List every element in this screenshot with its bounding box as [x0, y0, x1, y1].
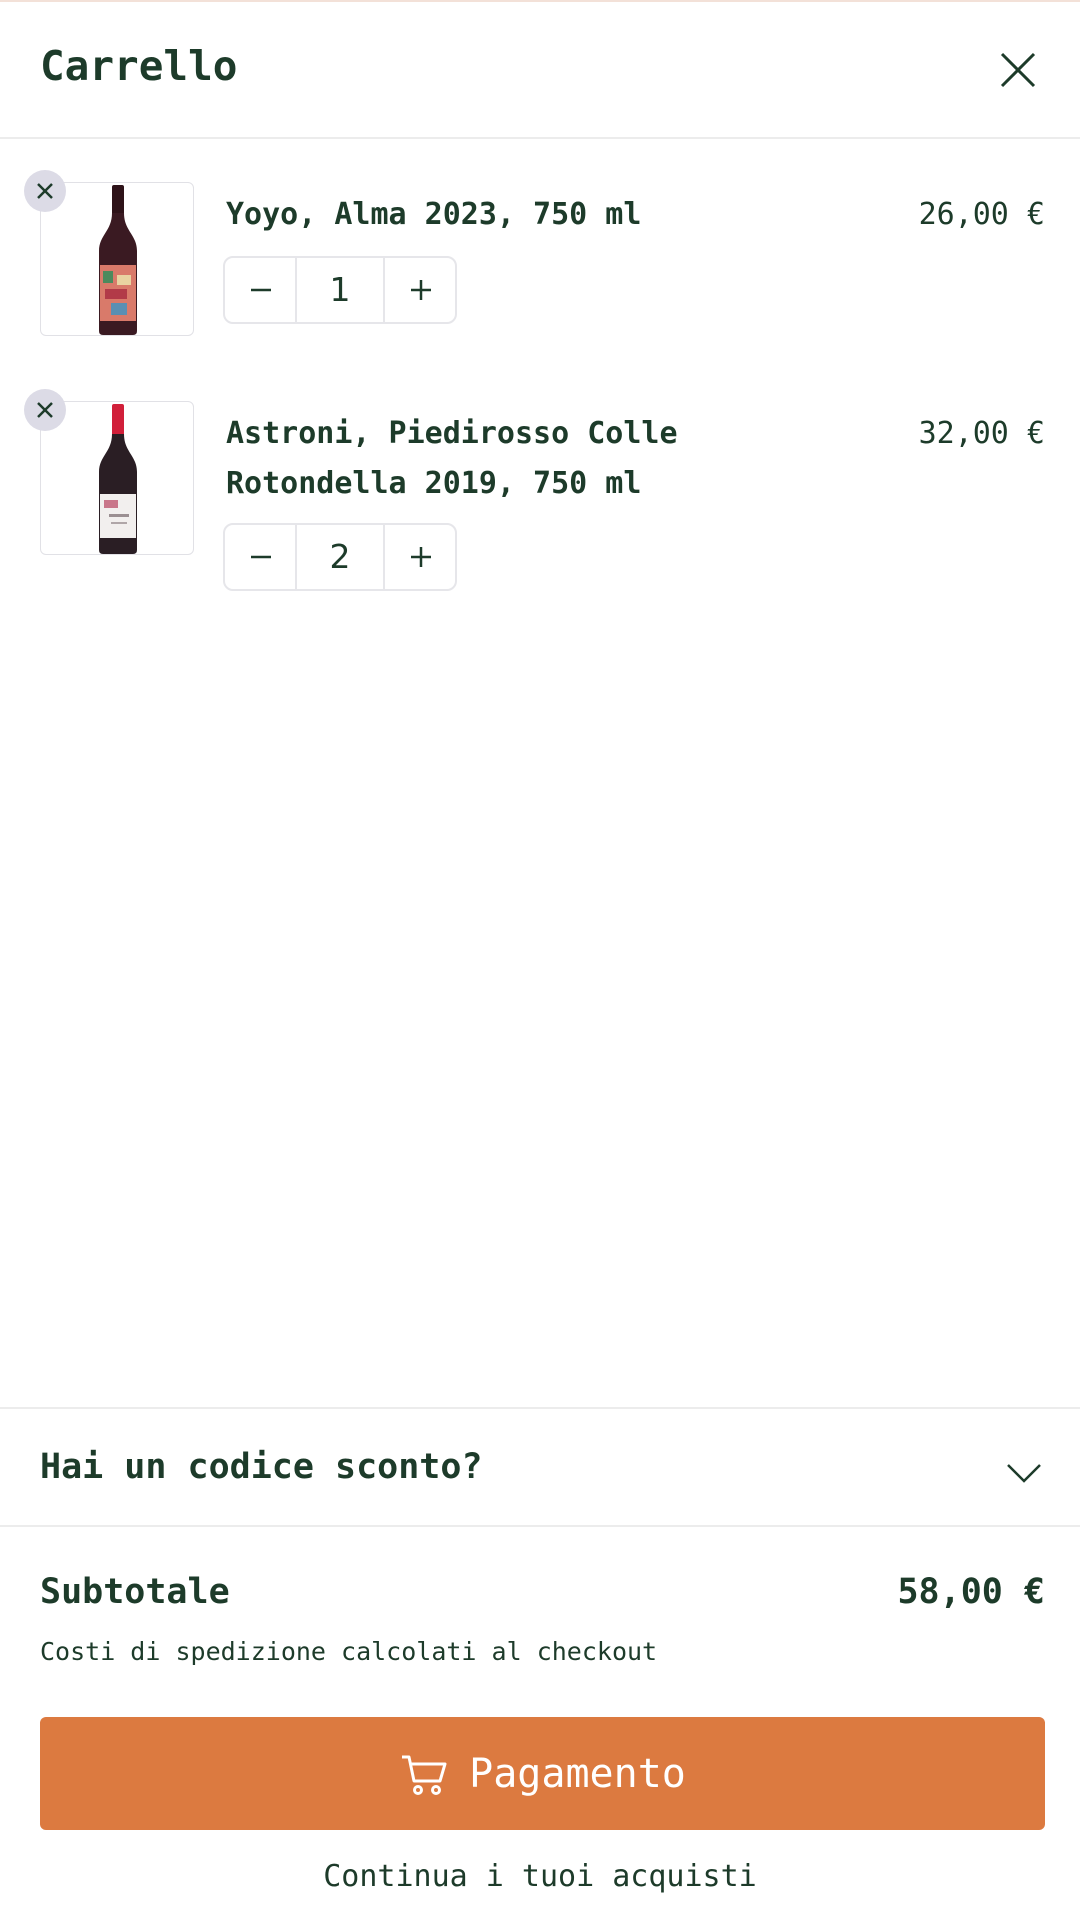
cart-title: Carrello — [40, 42, 238, 90]
product-price: 32,00 € — [918, 416, 1045, 451]
minus-icon — [251, 288, 271, 292]
decrease-quantity-button[interactable] — [225, 525, 297, 589]
product-price: 26,00 € — [918, 197, 1045, 232]
remove-item-button[interactable] — [24, 389, 66, 431]
remove-item-button[interactable] — [24, 170, 66, 212]
cart-item: Astroni, Piedirosso Colle Rotondella 201… — [0, 389, 1080, 609]
product-name[interactable]: Yoyo, Alma 2023, 750 ml — [226, 190, 706, 240]
shopping-cart-icon — [402, 1755, 447, 1795]
checkout-button[interactable]: Pagamento — [40, 1717, 1045, 1830]
cart-header: Carrello — [0, 2, 1080, 139]
quantity-value[interactable]: 1 — [297, 258, 383, 322]
chevron-down-icon — [1007, 1464, 1041, 1483]
product-name[interactable]: Astroni, Piedirosso Colle Rotondella 201… — [226, 409, 706, 509]
shipping-note: Costi di spedizione calcolati al checkou… — [40, 1637, 658, 1666]
continue-shopping-link[interactable]: Continua i tuoi acquisti — [0, 1859, 1080, 1894]
quantity-stepper: 1 — [223, 256, 457, 324]
increase-quantity-button[interactable] — [383, 525, 455, 589]
close-icon — [1000, 52, 1036, 88]
quantity-value[interactable]: 2 — [297, 525, 383, 589]
decrease-quantity-button[interactable] — [225, 258, 297, 322]
quantity-stepper: 2 — [223, 523, 457, 591]
plus-icon — [411, 280, 431, 300]
subtotal-label: Subtotale — [40, 1572, 230, 1612]
subtotal-value: 58,00 € — [897, 1572, 1045, 1612]
close-icon — [37, 402, 53, 418]
increase-quantity-button[interactable] — [383, 258, 455, 322]
minus-icon — [251, 555, 271, 559]
close-button[interactable] — [996, 48, 1040, 92]
discount-code-toggle[interactable]: Hai un codice sconto? — [0, 1407, 1080, 1527]
plus-icon — [411, 547, 431, 567]
close-icon — [37, 183, 53, 199]
cart-item: Yoyo, Alma 2023, 750 ml 26,00 € 1 — [0, 170, 1080, 350]
cart-drawer: Carrello Yoyo, Alma 2023, 750 ml 26,00 €… — [0, 0, 1080, 1920]
discount-code-label: Hai un codice sconto? — [40, 1447, 483, 1487]
checkout-label: Pagamento — [469, 1750, 686, 1797]
